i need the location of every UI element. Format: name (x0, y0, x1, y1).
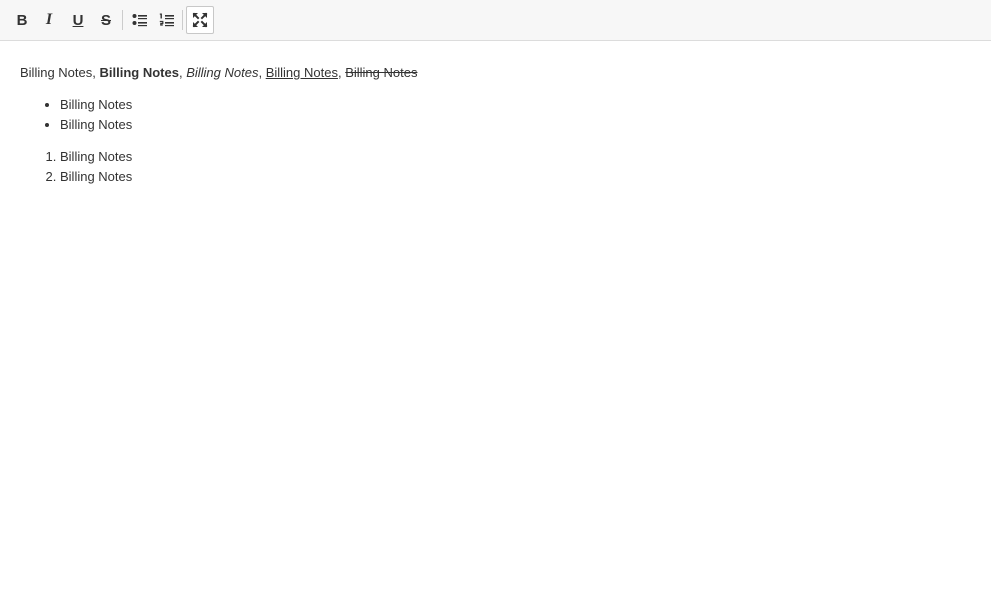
list-item: Billing Notes (60, 147, 971, 167)
list-item: Billing Notes (60, 115, 971, 135)
underlined-text: Billing Notes (265, 65, 338, 80)
toolbar-separator (182, 10, 183, 30)
comma-separator: , (92, 65, 100, 80)
strikethrough-button[interactable]: S (94, 8, 118, 32)
strikethrough-text: Billing Notes (345, 65, 418, 80)
list-item: Billing Notes (60, 167, 971, 187)
plain-text: Billing Notes (20, 65, 93, 80)
italic-button[interactable]: I (37, 8, 61, 32)
underline-button[interactable]: U (66, 8, 90, 32)
formatted-text-line: Billing Notes, Billing Notes, Billing No… (20, 63, 971, 83)
bulleted-list-button[interactable] (128, 8, 152, 32)
editor-content[interactable]: Billing Notes, Billing Notes, Billing No… (0, 42, 991, 610)
bold-text: Billing Notes (99, 65, 179, 80)
numbered-list-button[interactable] (155, 8, 179, 32)
italic-text: Billing Notes (186, 65, 259, 80)
bulleted-list: Billing Notes Billing Notes (20, 95, 971, 135)
list-item: Billing Notes (60, 95, 971, 115)
bulleted-list-icon (132, 14, 147, 27)
comma-separator: , (258, 65, 266, 80)
bold-button[interactable]: B (10, 8, 34, 32)
numbered-list-icon (159, 13, 174, 27)
fullscreen-button[interactable] (186, 6, 214, 34)
toolbar-separator (122, 10, 123, 30)
numbered-list: Billing Notes Billing Notes (20, 147, 971, 187)
fullscreen-icon (192, 12, 208, 28)
editor-toolbar: B I U S (0, 0, 991, 41)
